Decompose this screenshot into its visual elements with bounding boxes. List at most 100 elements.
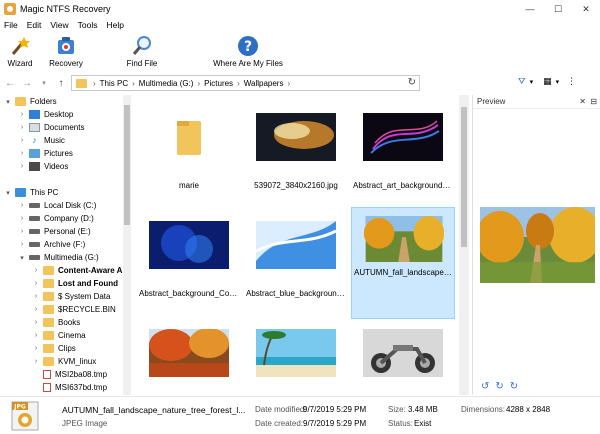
collapse-chevron-icon[interactable]: › (18, 228, 26, 235)
menu-help[interactable]: Help (106, 20, 123, 30)
collapse-chevron-icon[interactable]: › (32, 280, 40, 287)
tree-item[interactable]: MSI637bd.tmp (0, 381, 130, 394)
tree-item[interactable]: › Local Disk (C:) (0, 199, 130, 212)
collapse-chevron-icon[interactable]: › (18, 150, 26, 157)
collapse-chevron-icon[interactable]: › (18, 215, 26, 222)
grid-scrollbar[interactable] (459, 95, 469, 395)
expand-chevron-icon[interactable]: ▾ (4, 189, 12, 197)
tree-item[interactable]: › Content-Aware A (0, 264, 130, 277)
view-mode-icon[interactable]: ▦ (543, 76, 552, 87)
collapse-chevron-icon[interactable]: › (32, 345, 40, 352)
tree-item[interactable]: › Archive (F:) (0, 238, 130, 251)
rotate-reset-icon[interactable]: ↻ (510, 381, 518, 392)
image-tile[interactable]: 539072_3840x2160.jpg (244, 99, 348, 211)
filter-dropdown-icon[interactable]: ▾ (530, 78, 534, 86)
up-arrow-icon[interactable]: ↑ (54, 78, 68, 89)
tree-item[interactable]: › Lost and Found (0, 277, 130, 290)
collapse-chevron-icon[interactable]: › (18, 202, 26, 209)
tree-item[interactable]: › Cinema (0, 329, 130, 342)
tree-item[interactable]: › Desktop (0, 108, 130, 121)
forward-arrow-icon[interactable]: → (20, 78, 34, 89)
collapse-chevron-icon[interactable]: › (18, 137, 26, 144)
options-icon[interactable]: ⋮ (567, 76, 576, 87)
filter-icon[interactable]: ⛛ (518, 76, 526, 87)
maximize-button[interactable]: ☐ (544, 0, 572, 18)
tree-item[interactable]: › Books (0, 316, 130, 329)
close-button[interactable]: ✕ (572, 0, 600, 18)
preview-close-icon[interactable]: ✕ (579, 97, 586, 106)
tree-item[interactable]: › KVM_linux (0, 355, 130, 368)
breadcrumb-multimedia[interactable]: Multimedia (G:) (139, 79, 194, 88)
tree-item[interactable]: › $ System Data (0, 290, 130, 303)
dimensions-label: Dimensions: (461, 405, 506, 414)
tree-item[interactable]: › Pictures (0, 147, 130, 160)
image-tile[interactable]: AUTUMN_fall_landscape_nature_tree_forest… (351, 207, 455, 319)
collapse-chevron-icon[interactable]: › (18, 124, 26, 131)
rotate-right-icon[interactable]: ↻ (495, 381, 503, 392)
tree-scrollbar[interactable] (123, 95, 131, 395)
back-arrow-icon[interactable]: ← (3, 78, 17, 89)
grid-scroll-thumb[interactable] (461, 107, 467, 247)
collapse-chevron-icon[interactable]: › (32, 332, 40, 339)
collapse-chevron-icon[interactable]: › (32, 319, 40, 326)
rotate-left-icon[interactable]: ↺ (481, 381, 489, 392)
collapse-chevron-icon[interactable]: › (32, 306, 40, 313)
tree-item-label: This PC (30, 188, 59, 197)
image-tile[interactable]: Abstract_art_background_Blu... (351, 99, 455, 211)
tree-item[interactable]: MSI637c0.tmp (0, 394, 130, 395)
breadcrumb-wallpapers[interactable]: Wallpapers (244, 79, 284, 88)
menu-view[interactable]: View (50, 20, 68, 30)
tree-item[interactable]: ▾ Folders (0, 95, 130, 108)
folder-icon (177, 121, 201, 155)
tree-item[interactable]: › $RECYCLE.BIN (0, 303, 130, 316)
tree-item[interactable]: ▾ This PC (0, 186, 130, 199)
expand-chevron-icon[interactable]: ▾ (18, 254, 26, 262)
image-tile[interactable]: beach_summer_palms_ocea... (244, 315, 348, 395)
tree-item[interactable]: › Clips (0, 342, 130, 355)
tree-scroll-thumb[interactable] (124, 105, 130, 225)
date-modified-value: 9/7/2019 5:29 PM (303, 405, 367, 414)
wizard-button[interactable]: Wizard (2, 33, 38, 71)
folder-icon (76, 78, 87, 88)
expand-chevron-icon[interactable]: ▾ (4, 98, 12, 106)
tree-item-label: $RECYCLE.BIN (58, 305, 116, 314)
where-are-my-files-button[interactable]: ? Where Are My Files (208, 33, 288, 71)
collapse-chevron-icon[interactable]: › (32, 267, 40, 274)
history-chevron-icon[interactable]: ▾ (37, 79, 51, 87)
tree-item[interactable]: › Company (D:) (0, 212, 130, 225)
tree-item[interactable]: ▾ Multimedia (G:) (0, 251, 130, 264)
collapse-chevron-icon[interactable]: › (32, 293, 40, 300)
folder-icon (43, 331, 54, 340)
status-file-name: AUTUMN_fall_landscape_nature_tree_forest… (62, 405, 246, 415)
pics-icon (29, 149, 40, 158)
menu-tools[interactable]: Tools (78, 20, 98, 30)
refresh-icon[interactable]: ↻ (408, 77, 416, 88)
tree-item[interactable]: › ♪ Music (0, 134, 130, 147)
recovery-button[interactable]: Recovery (44, 33, 88, 71)
image-tile[interactable]: Abstract_blue_background_4... (244, 207, 348, 319)
image-tile[interactable]: AUTUMN_fall_landscape_nat... (137, 315, 241, 395)
folder-tile[interactable]: marie (137, 99, 241, 211)
breadcrumb-this-pc[interactable]: This PC (100, 79, 128, 88)
menu-edit[interactable]: Edit (27, 20, 42, 30)
music-icon: ♪ (29, 136, 40, 145)
file-name: Abstract_background_Colorf... (139, 289, 239, 298)
collapse-chevron-icon[interactable]: › (18, 163, 26, 170)
find-file-button[interactable]: Find File (122, 33, 162, 71)
menu-file[interactable]: File (4, 20, 18, 30)
tree-item[interactable]: MSI2ba08.tmp (0, 368, 130, 381)
image-tile[interactable]: CHOPPER_motorbike_tuning... (351, 315, 455, 395)
view-dropdown-icon[interactable]: ▾ (556, 78, 560, 86)
tree-item[interactable]: › Videos (0, 160, 130, 173)
thumbnail-image (363, 113, 443, 161)
collapse-chevron-icon[interactable]: › (18, 241, 26, 248)
path-box[interactable]: › This PC › Multimedia (G:) › Pictures ›… (71, 75, 420, 91)
minimize-button[interactable]: — (516, 0, 544, 18)
tree-item[interactable]: › Documents (0, 121, 130, 134)
tree-item[interactable]: › Personal (E:) (0, 225, 130, 238)
breadcrumb-pictures[interactable]: Pictures (204, 79, 233, 88)
image-tile[interactable]: Abstract_background_Colorf... (137, 207, 241, 319)
collapse-chevron-icon[interactable]: › (18, 111, 26, 118)
preview-pin-icon[interactable]: ⊟ (590, 97, 597, 106)
collapse-chevron-icon[interactable]: › (32, 358, 40, 365)
